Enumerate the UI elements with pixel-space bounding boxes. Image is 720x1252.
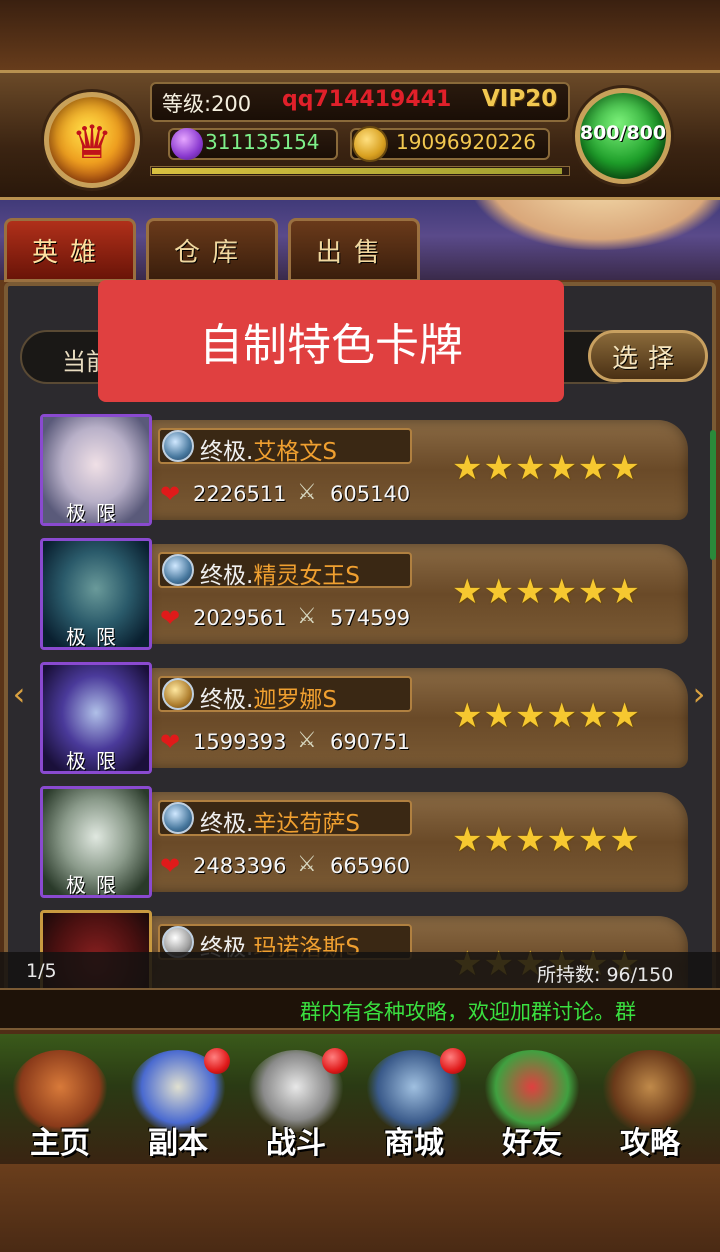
hero-portrait[interactable]: 极限 bbox=[40, 538, 152, 650]
hero-portrait[interactable]: 极限 bbox=[40, 662, 152, 774]
vip-badge[interactable]: VIP20 bbox=[482, 86, 557, 112]
star-rating: ★★★★★★ bbox=[452, 820, 641, 860]
hero-card[interactable]: 极限 终极.辛达苟萨S ❤ 2483396 ⚔ 665960 ★★★★★★ bbox=[40, 786, 690, 898]
hero-portrait[interactable]: 极限 bbox=[40, 414, 152, 526]
nav-shop[interactable]: 商城 bbox=[358, 1046, 470, 1161]
hero-attack: 605140 bbox=[330, 482, 411, 506]
notification-badge bbox=[322, 1048, 348, 1074]
gold-coin-icon bbox=[352, 126, 388, 162]
star-rating: ★★★★★★ bbox=[452, 696, 641, 736]
heart-icon: ❤ bbox=[160, 480, 181, 508]
nav-label: 战斗 bbox=[266, 1126, 326, 1161]
notification-badge bbox=[440, 1048, 466, 1074]
nav-label: 攻略 bbox=[620, 1126, 680, 1161]
nav-label: 副本 bbox=[148, 1126, 208, 1161]
crossed-swords-icon: ⚔ bbox=[297, 604, 317, 629]
rarity-tag: 极限 bbox=[66, 501, 126, 525]
nav-friends[interactable]: 好友 bbox=[476, 1046, 588, 1161]
hero-name: 终极.艾格文S bbox=[200, 432, 337, 466]
notification-badge bbox=[204, 1048, 230, 1074]
hero-attack: 690751 bbox=[330, 730, 411, 754]
hero-name-text: 艾格文S bbox=[253, 439, 337, 465]
water-element-icon bbox=[162, 802, 194, 834]
hero-hp: 2029561 bbox=[193, 606, 287, 630]
hero-portrait[interactable]: 极限 bbox=[40, 786, 152, 898]
crossed-swords-icon: ⚔ bbox=[297, 728, 317, 753]
gold-element-icon bbox=[162, 678, 194, 710]
hero-card[interactable]: 极限 终极.迦罗娜S ❤ 1599393 ⚔ 690751 ★★★★★★ bbox=[40, 662, 690, 774]
select-button[interactable]: 选择 bbox=[588, 330, 708, 382]
hero-hp: 2483396 bbox=[193, 854, 287, 878]
hero-hp: 1599393 bbox=[193, 730, 287, 754]
hero-card[interactable]: 极限 终极.精灵女王S ❤ 2029561 ⚔ 574599 ★★★★★★ bbox=[40, 538, 690, 650]
nav-guide[interactable]: 攻略 bbox=[594, 1046, 706, 1161]
nav-label: 主页 bbox=[30, 1126, 90, 1161]
tab-heroes[interactable]: 英雄 bbox=[4, 218, 136, 282]
flame-crown-icon: ♛ bbox=[71, 115, 113, 169]
experience-bar-fill bbox=[152, 168, 562, 174]
list-scrollbar[interactable] bbox=[710, 430, 716, 560]
heart-icon: ❤ bbox=[160, 728, 181, 756]
star-rating: ★★★★★★ bbox=[452, 448, 641, 488]
star-rating: ★★★★★★ bbox=[452, 572, 641, 612]
hero-rank-prefix: 终极. bbox=[200, 811, 254, 837]
gem-amount: 311135154 bbox=[205, 130, 320, 154]
nav-label: 商城 bbox=[384, 1126, 444, 1161]
hero-name-text: 精灵女王S bbox=[253, 563, 360, 589]
crossed-swords-icon: ⚔ bbox=[297, 480, 317, 505]
hero-name: 终极.精灵女王S bbox=[200, 556, 360, 590]
rarity-tag: 极限 bbox=[66, 749, 126, 773]
tab-sell[interactable]: 出售 bbox=[288, 218, 420, 282]
heart-icon: ❤ bbox=[160, 604, 181, 632]
crossed-swords-icon: ⚔ bbox=[297, 852, 317, 877]
player-name: qq714419441 bbox=[282, 87, 452, 112]
heart-icon: ❤ bbox=[160, 852, 181, 880]
custom-card-banner: 自制特色卡牌 bbox=[98, 280, 564, 402]
coin-amount: 19096920226 bbox=[396, 130, 536, 154]
water-element-icon bbox=[162, 554, 194, 586]
hero-attack: 665960 bbox=[330, 854, 411, 878]
holding-count: 所持数: 96/150 bbox=[537, 964, 674, 986]
stamina-value: 800/800 bbox=[579, 122, 667, 144]
nav-label: 好友 bbox=[502, 1126, 562, 1161]
tab-warehouse[interactable]: 仓库 bbox=[146, 218, 278, 282]
hero-name-text: 辛达苟萨S bbox=[253, 811, 360, 837]
game-screen: ♛ 等级:200 qq714419441 VIP20 311135154 190… bbox=[0, 0, 720, 1252]
hero-name: 终极.辛达苟萨S bbox=[200, 804, 360, 838]
player-level: 等级:200 bbox=[162, 92, 252, 116]
footer-frame bbox=[0, 1164, 720, 1252]
nav-dungeon[interactable]: 副本 bbox=[122, 1046, 234, 1161]
hero-attack: 574599 bbox=[330, 606, 411, 630]
page-indicator: 1/5 bbox=[26, 960, 57, 982]
hero-hp: 2226511 bbox=[193, 482, 287, 506]
nav-battle[interactable]: 战斗 bbox=[240, 1046, 352, 1161]
hero-name: 终极.迦罗娜S bbox=[200, 680, 337, 714]
hero-rank-prefix: 终极. bbox=[200, 563, 254, 589]
hero-name-text: 迦罗娜S bbox=[253, 687, 337, 713]
announcement-text: 群内有各种攻略，欢迎加群讨论。群 bbox=[300, 1000, 636, 1024]
hero-rank-prefix: 终极. bbox=[200, 687, 254, 713]
hero-card[interactable]: 极限 终极.艾格文S ❤ 2226511 ⚔ 605140 ★★★★★★ bbox=[40, 414, 690, 526]
rarity-tag: 极限 bbox=[66, 873, 126, 897]
guild-emblem-icon[interactable]: ♛ bbox=[44, 92, 140, 188]
purple-gem-icon bbox=[171, 128, 203, 160]
prev-page-arrow-icon[interactable]: ‹ bbox=[6, 674, 32, 714]
nav-home[interactable]: 主页 bbox=[4, 1046, 116, 1161]
rarity-tag: 极限 bbox=[66, 625, 126, 649]
hero-rank-prefix: 终极. bbox=[200, 439, 254, 465]
water-element-icon bbox=[162, 430, 194, 462]
